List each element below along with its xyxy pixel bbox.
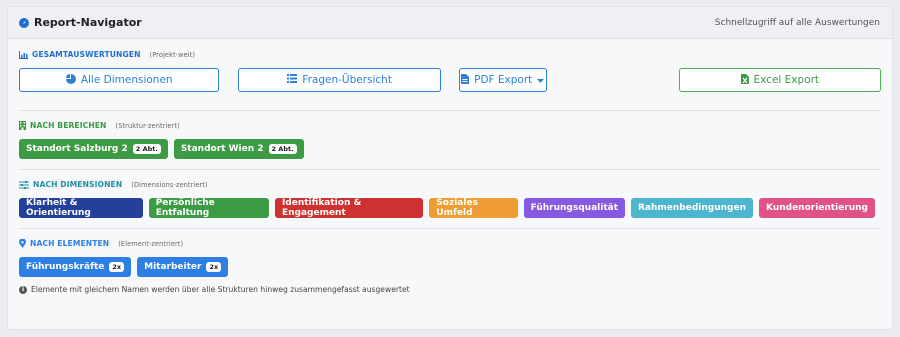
section-label: NACH ELEMENTEN [30,239,110,248]
dimension-button[interactable]: Persönliche Entfaltung [148,198,269,218]
section-title-areas: NACH BEREICHEN (Struktur-zentriert) [19,121,881,130]
dimension-label: Soziales Umfeld [436,198,478,218]
dimension-label: Klarheit & Orientierung [26,198,91,218]
area-label: Standort Salzburg 2 [26,144,128,154]
pdf-export-dropdown[interactable]: PDF Export [458,68,547,92]
info-icon: i [19,285,27,294]
section-subtitle: (Element-zentriert) [118,239,184,248]
quick-access-text: Schnellzugriff auf alle Auswertungen [714,17,880,28]
section-label: NACH BEREICHEN [30,121,107,130]
dimension-button[interactable]: Führungsqualität [523,198,625,218]
compass-icon [19,17,29,28]
all-dimensions-button[interactable]: Alle Dimensionen [19,68,220,92]
section-label: NACH DIMENSIONEN [33,180,123,189]
dimension-button[interactable]: Kundenorientierung [759,198,875,218]
element-button-leaders[interactable]: Führungskräfte 2x [19,257,132,277]
chart-bar-icon [19,50,28,59]
section-title-elements: NACH ELEMENTEN (Element-zentriert) [19,239,881,248]
all-dimensions-label: Alle Dimensionen [80,74,173,86]
dimension-label: Rahmenbedingungen [638,203,746,213]
excel-export-button[interactable]: Excel Export [678,68,882,92]
occurrence-count-badge: 2x [206,262,222,272]
department-count-badge: 2 Abt. [268,144,297,154]
dimension-button[interactable]: Soziales Umfeld [429,198,518,218]
section-subtitle: (Struktur-zentriert) [115,121,180,130]
file-excel-icon [740,73,749,87]
dimension-label: Persönliche Entfaltung [155,198,215,218]
excel-export-label: Excel Export [753,74,820,86]
building-icon [19,121,26,130]
questions-overview-label: Fragen-Übersicht [302,74,392,86]
occurrence-count-badge: 2x [109,262,125,272]
file-pdf-icon [461,73,470,87]
dimension-button[interactable]: Klarheit & Orientierung [19,198,143,218]
list-icon [287,74,298,86]
pdf-export-label: PDF Export [474,74,533,86]
dimension-label: Führungsqualität [530,203,618,213]
section-subtitle: (Projekt-weit) [149,50,196,59]
caret-down-icon [537,74,545,86]
element-label: Mitarbeiter [144,262,202,272]
dimension-button[interactable]: Rahmenbedingungen [631,198,753,218]
section-title-dimensions: NACH DIMENSIONEN (Dimensions-zentriert) [19,180,881,189]
card-header: Report-Navigator Schnellzugriff auf alle… [8,7,892,39]
department-count-badge: 2 Abt. [132,144,161,154]
questions-overview-button[interactable]: Fragen-Übersicht [238,68,441,92]
info-note: i Elemente mit gleichem Namen werden übe… [19,285,881,294]
dimension-label: Kundenorientierung [766,203,868,213]
map-marker-icon [19,239,26,248]
page-title: Report-Navigator [34,16,142,29]
area-button-salzburg[interactable]: Standort Salzburg 2 2 Abt. [19,139,168,159]
element-button-employees[interactable]: Mitarbeiter 2x [137,257,229,277]
sliders-icon [19,180,29,189]
pie-chart-icon [65,73,76,87]
section-label: GESAMTAUSWERTUNGEN [32,50,141,59]
area-button-wien[interactable]: Standort Wien 2 2 Abt. [173,139,304,159]
element-label: Führungskräfte [26,262,105,272]
info-note-text: Elemente mit gleichem Namen werden über … [31,285,410,294]
section-title-overall: GESAMTAUSWERTUNGEN (Projekt-weit) [19,50,881,59]
section-subtitle: (Dimensions-zentriert) [131,180,208,189]
dimension-label: Identifikation & Engagement [281,198,362,218]
report-navigator-card: Report-Navigator Schnellzugriff auf alle… [7,6,893,330]
area-label: Standort Wien 2 [180,144,264,154]
dimension-button[interactable]: Identifikation & Engagement [274,198,424,218]
